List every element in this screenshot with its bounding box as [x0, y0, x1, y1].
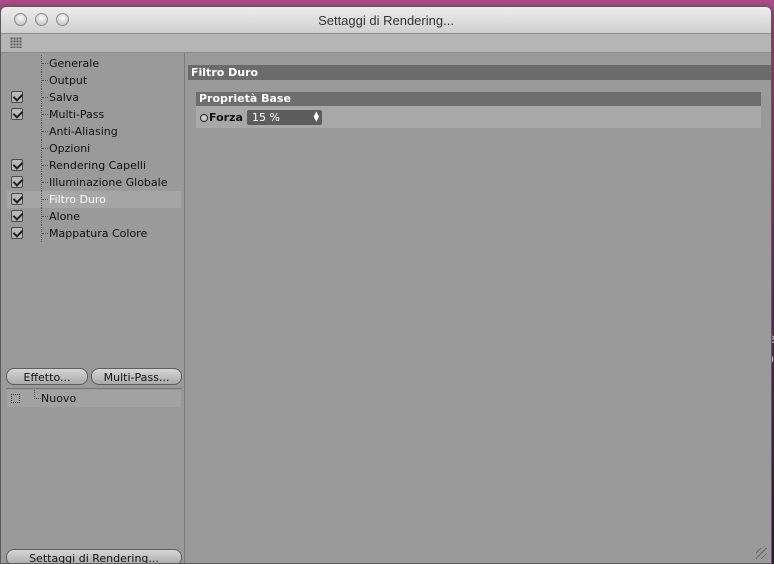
effect-button[interactable]: Effetto...: [6, 368, 88, 385]
settings-list-item-nuovo[interactable]: Nuovo: [7, 390, 181, 407]
resize-handle-icon[interactable]: [756, 548, 767, 559]
property-group: Proprietà Base Forza 15 % ▲ ▼: [196, 92, 761, 128]
sidebar-item[interactable]: Mappatura Colore: [7, 225, 181, 242]
checkbox-icon[interactable]: [11, 227, 23, 239]
tree-line-icon: [41, 174, 49, 191]
tree-line-icon: [41, 106, 49, 123]
sidebar-item-label: Salva: [49, 91, 80, 104]
force-label: Forza: [209, 111, 243, 124]
checkbox-icon[interactable]: [11, 210, 23, 222]
tree-line-icon: [41, 157, 49, 174]
sidebar-item[interactable]: Rendering Capelli: [7, 157, 181, 174]
sidebar-item[interactable]: Filtro Duro: [7, 191, 181, 208]
sidebar-item-label: Anti-Aliasing: [49, 125, 118, 138]
checkbox-icon[interactable]: [11, 176, 23, 188]
animation-radio-icon[interactable]: [200, 114, 208, 122]
section-title: Filtro Duro: [188, 65, 771, 80]
sidebar-item-label: Illuminazione Globale: [49, 176, 168, 189]
settings-tree: Generale Output Salva Multi-Pass Anti-Aliasi…: [7, 55, 181, 242]
settings-list-item-label: Nuovo: [41, 392, 77, 405]
sidebar-item-label: Opzioni: [49, 142, 91, 155]
force-input[interactable]: 15 % ▲ ▼: [247, 110, 322, 125]
checkbox-icon[interactable]: [11, 159, 23, 171]
settings-panel: Filtro Duro Proprietà Base Forza 15 % ▲ ▼: [185, 53, 771, 563]
sidebar-item[interactable]: Alone: [7, 208, 181, 225]
render-settings-button[interactable]: Settaggi di Rendering...: [6, 549, 182, 563]
sidebar-item[interactable]: Opzioni: [7, 140, 181, 157]
sidebar-item-label: Generale: [49, 57, 100, 70]
toolbar: [1, 34, 771, 53]
tree-line-icon: [41, 55, 49, 72]
sidebar-item-label: Filtro Duro: [49, 193, 106, 206]
tree-line-icon: [41, 89, 49, 106]
sidebar-item-label: Alone: [49, 210, 81, 223]
sidebar-item-label: Multi-Pass: [49, 108, 105, 121]
tree-line-icon: [41, 191, 49, 208]
tree-line-icon: [41, 140, 49, 157]
group-title[interactable]: Proprietà Base: [196, 92, 761, 106]
tree-line-icon: [41, 123, 49, 140]
stepper-arrows-icon[interactable]: ▲ ▼: [314, 111, 319, 123]
expand-icon[interactable]: [11, 394, 20, 403]
tree-line-icon: [34, 390, 41, 399]
render-settings-window: Settaggi di Rendering... Generale Output S…: [0, 6, 772, 564]
sidebar-item-label: Mappatura Colore: [49, 227, 148, 240]
multipass-button[interactable]: Multi-Pass...: [91, 368, 182, 385]
tree-line-icon: [41, 208, 49, 225]
sidebar-item[interactable]: Generale: [7, 55, 181, 72]
sidebar-item[interactable]: Multi-Pass: [7, 106, 181, 123]
sidebar-item[interactable]: Salva: [7, 89, 181, 106]
sidebar-item[interactable]: Illuminazione Globale: [7, 174, 181, 191]
grip-icon[interactable]: [10, 37, 22, 48]
sidebar-item[interactable]: Anti-Aliasing: [7, 123, 181, 140]
checkbox-icon[interactable]: [11, 108, 23, 120]
divider: [6, 388, 182, 389]
settings-sidebar: Generale Output Salva Multi-Pass Anti-Aliasi…: [1, 53, 185, 563]
tree-line-icon: [41, 72, 49, 89]
force-value: 15 %: [252, 111, 280, 124]
checkbox-icon[interactable]: [11, 91, 23, 103]
sidebar-item-label: Rendering Capelli: [49, 159, 147, 172]
checkbox-icon[interactable]: [11, 193, 23, 205]
tree-line-icon: [41, 225, 49, 242]
sidebar-item[interactable]: Output: [7, 72, 181, 89]
sidebar-item-label: Output: [49, 74, 88, 87]
window-title: Settaggi di Rendering...: [318, 13, 454, 28]
title-bar[interactable]: Settaggi di Rendering...: [1, 7, 771, 34]
